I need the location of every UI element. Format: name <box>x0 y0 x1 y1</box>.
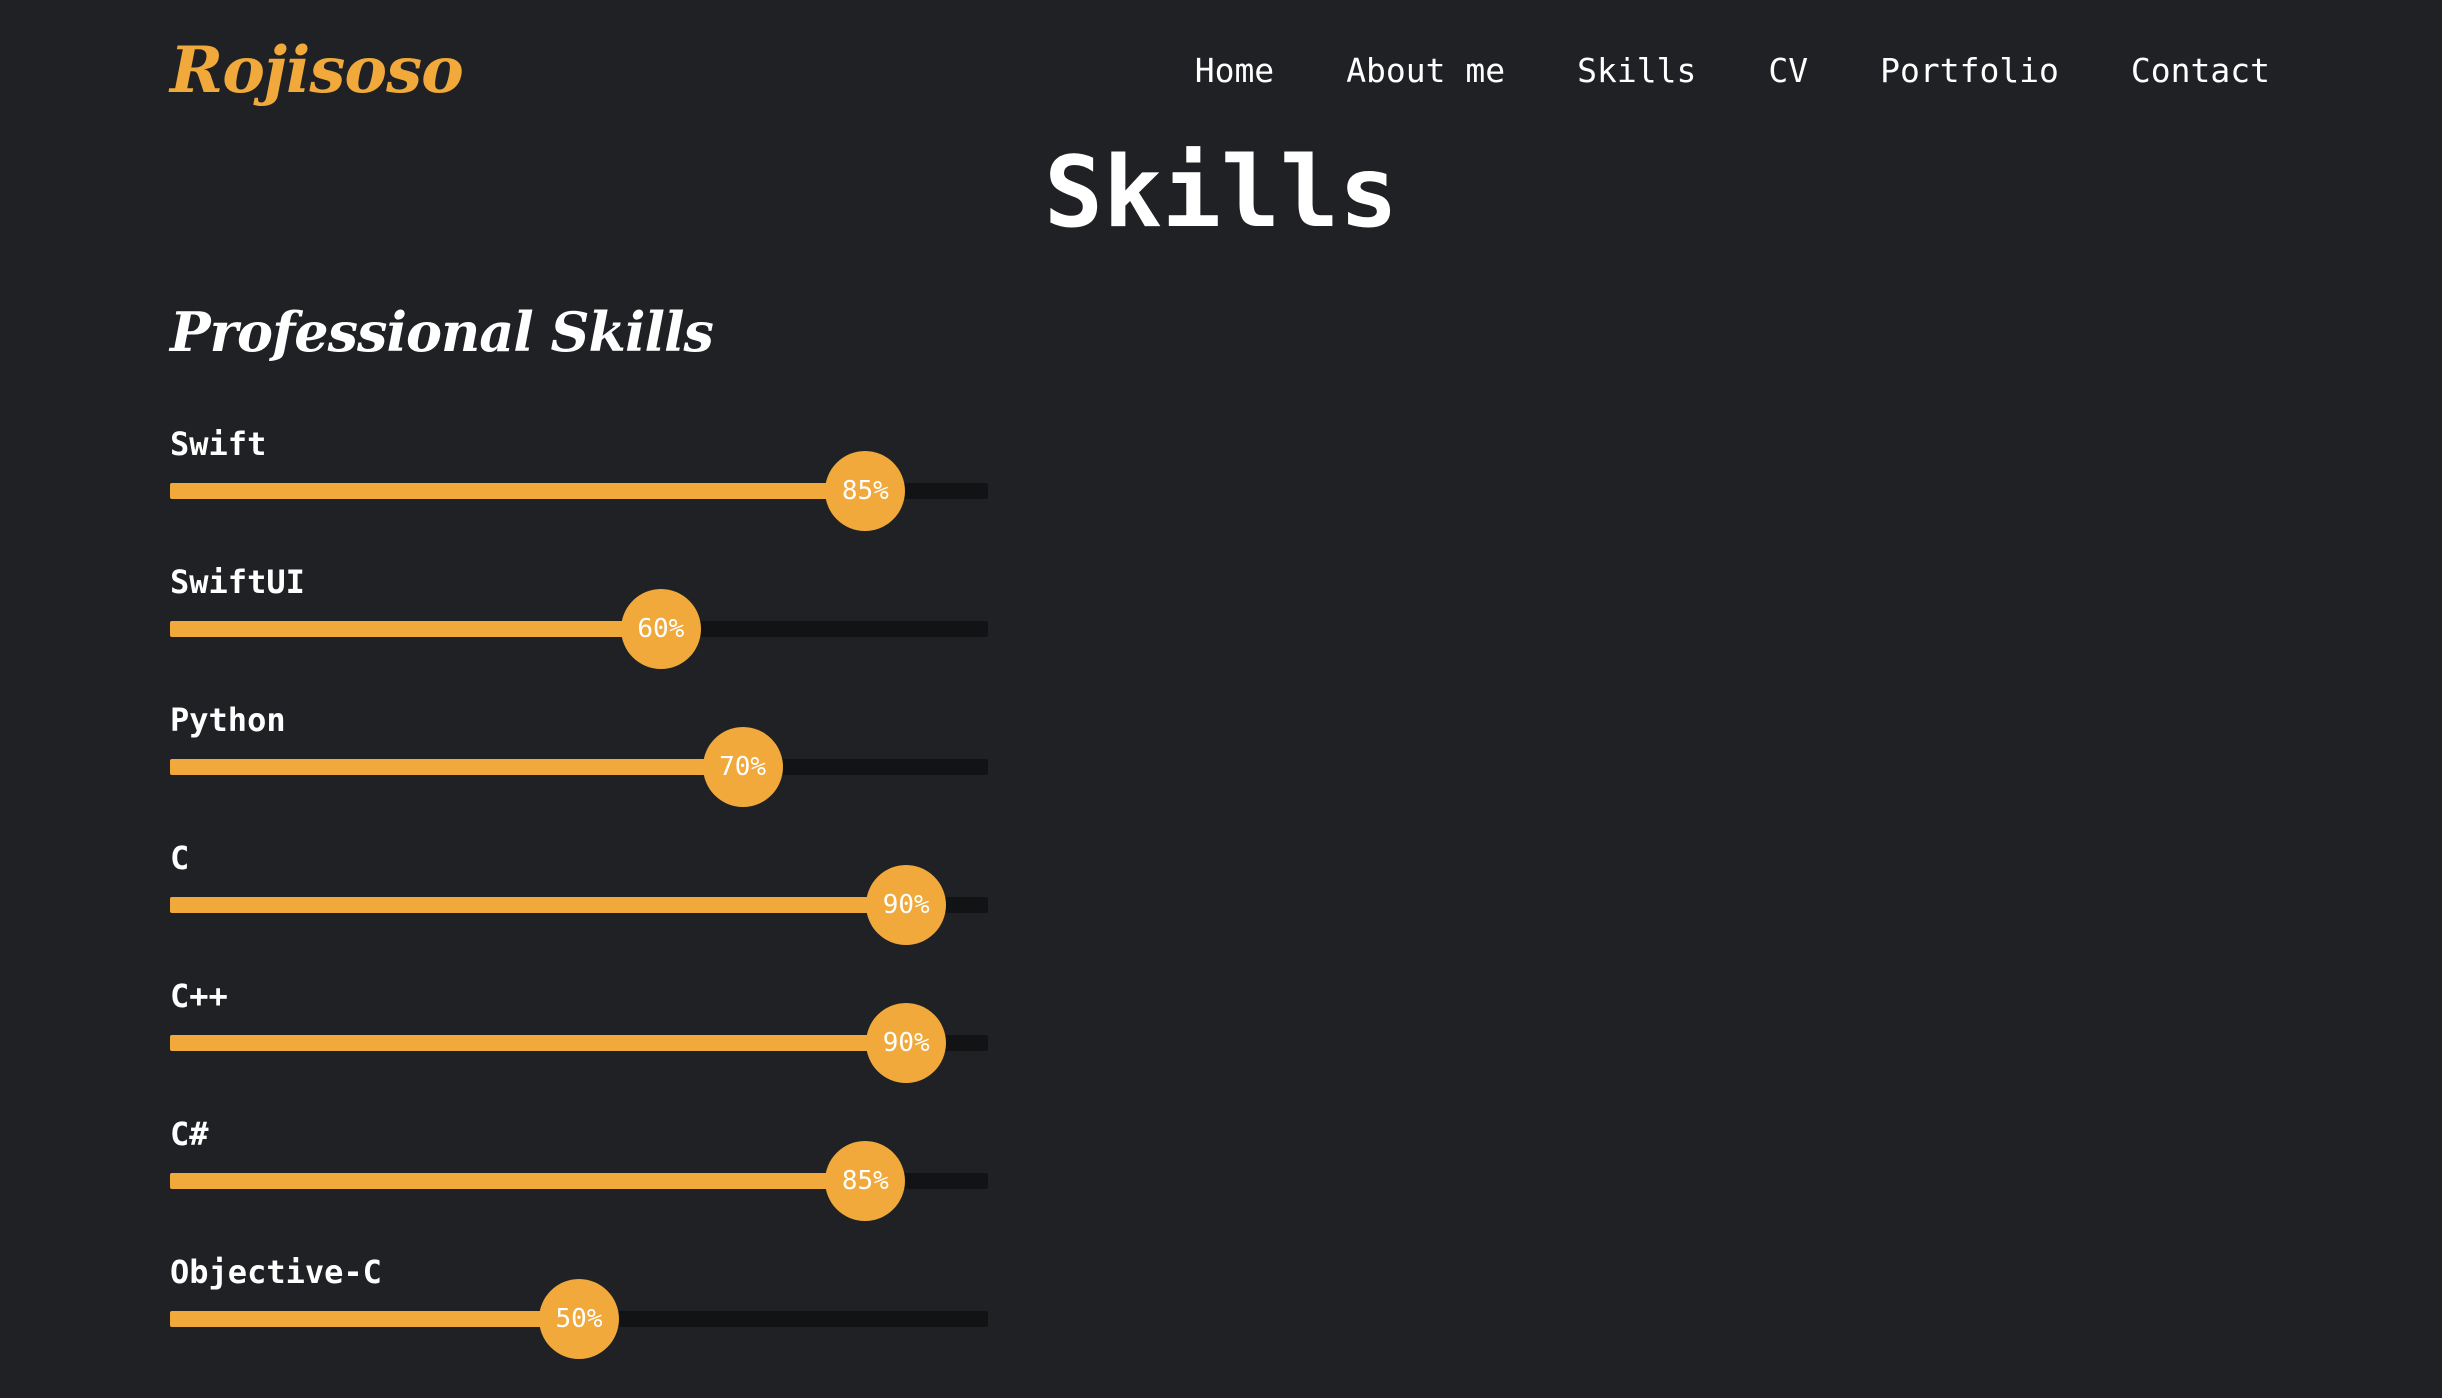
skills-list: Swift 85% SwiftUI 60% Python 70% C 90% C… <box>170 420 988 1386</box>
skill-item: SwiftUI 60% <box>170 558 988 696</box>
skill-progress-fill <box>170 1173 866 1189</box>
skill-progress-fill <box>170 759 743 775</box>
skill-item: Python 70% <box>170 696 988 834</box>
section-heading: Professional Skills <box>170 300 714 364</box>
nav-item-home[interactable]: Home <box>1195 51 1274 90</box>
skill-progress-fill <box>170 1311 579 1327</box>
skill-item: Objective-C 50% <box>170 1248 988 1386</box>
nav-item-about-me[interactable]: About me <box>1346 51 1505 90</box>
nav-item-skills[interactable]: Skills <box>1577 51 1696 90</box>
skill-name: C++ <box>170 977 228 1015</box>
page-title: Skills <box>1043 136 1398 250</box>
skill-name: Python <box>170 701 286 739</box>
main-nav: Home About me Skills CV Portfolio Contac… <box>1195 51 2270 90</box>
nav-item-cv[interactable]: CV <box>1768 51 1808 90</box>
skill-percent-badge[interactable]: 85% <box>825 451 906 531</box>
site-header: Rojisoso Home About me Skills CV Portfol… <box>170 20 2272 120</box>
skill-percent-badge[interactable]: 60% <box>620 589 701 669</box>
site-logo[interactable]: Rojisoso <box>170 33 464 108</box>
skill-name: SwiftUI <box>170 563 305 601</box>
skill-progress-fill <box>170 897 907 913</box>
page: Rojisoso Home About me Skills CV Portfol… <box>0 0 2442 1398</box>
skill-progress-track <box>170 621 988 637</box>
nav-item-portfolio[interactable]: Portfolio <box>1880 51 2059 90</box>
skill-progress-fill <box>170 483 866 499</box>
skill-item: C 90% <box>170 834 988 972</box>
skill-progress-fill <box>170 621 661 637</box>
skill-percent-badge[interactable]: 90% <box>866 1003 947 1083</box>
nav-item-contact[interactable]: Contact <box>2131 51 2270 90</box>
skill-percent-badge[interactable]: 85% <box>825 1141 906 1221</box>
skill-progress-fill <box>170 1035 907 1051</box>
skill-name: C <box>170 839 190 877</box>
skill-percent-badge[interactable]: 90% <box>866 865 947 945</box>
skill-item: C# 85% <box>170 1110 988 1248</box>
skill-item: C++ 90% <box>170 972 988 1110</box>
skill-item: Swift 85% <box>170 420 988 558</box>
skill-percent-badge[interactable]: 70% <box>702 727 783 807</box>
skill-progress-track <box>170 759 988 775</box>
skill-percent-badge[interactable]: 50% <box>539 1279 619 1359</box>
